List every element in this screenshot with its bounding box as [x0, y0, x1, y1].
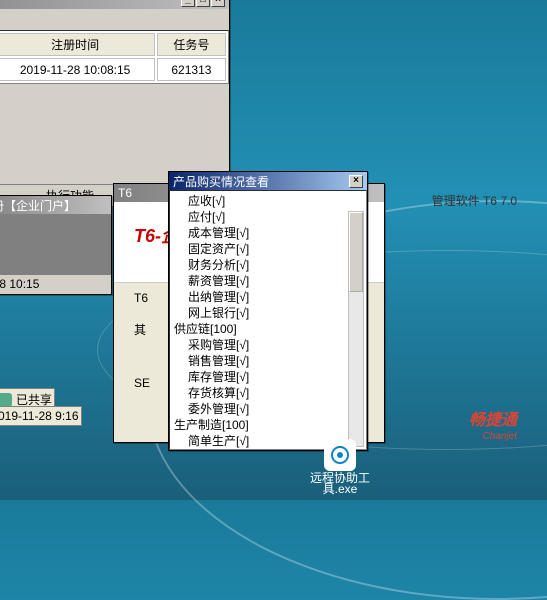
notify-time: 019-11-28 9:16 — [0, 409, 79, 423]
tree-item[interactable]: 存货核算[√] — [172, 385, 364, 401]
cell-regtime: 2019-11-28 10:08:15 — [0, 58, 155, 81]
close-icon[interactable]: × — [349, 175, 363, 188]
tree-item[interactable]: 成本管理[√] — [172, 225, 364, 241]
tree-item[interactable]: 供应链[100] — [172, 321, 364, 337]
status-table: 运行状态 注册时间 任务号 异常 2019-11-28 10:08:15 621… — [0, 30, 229, 84]
col-regtime[interactable]: 注册时间 — [0, 33, 155, 56]
product-label-right: 管理软件 T6 7.0 — [432, 192, 517, 209]
tree-item[interactable]: 出纳管理[√] — [172, 289, 364, 305]
tree-item[interactable]: 应收[√] — [172, 193, 364, 209]
tree-item[interactable]: 销售管理[√] — [172, 353, 364, 369]
tree-scrollbar[interactable] — [348, 211, 364, 447]
tree-item[interactable]: 采购管理[√] — [172, 337, 364, 353]
maximize-icon[interactable]: □ — [196, 0, 210, 7]
scrollbar-thumb[interactable] — [349, 212, 363, 292]
t6-title: T6 — [118, 186, 132, 200]
product-title: 产品购买情况查看 — [173, 173, 269, 190]
tree-item[interactable]: 薪资管理[√] — [172, 273, 364, 289]
share-icon — [0, 393, 12, 407]
register-titlebar[interactable]: 注册【企业门户】 — [0, 196, 111, 214]
back-window-titlebar[interactable]: _ □ × — [0, 0, 229, 9]
teamviewer-icon — [324, 439, 356, 471]
tree-item[interactable]: 网上银行[√] — [172, 305, 364, 321]
back-window-menubar[interactable]: 绍(Y) 帮助(H) — [0, 9, 229, 30]
register-status-time: 1-28 10:15 — [0, 274, 111, 293]
minimize-icon[interactable]: _ — [181, 0, 195, 7]
register-title: 注册【企业门户】 — [0, 197, 76, 214]
cell-taskno: 621313 — [157, 58, 226, 81]
tree-item[interactable]: 应付[√] — [172, 209, 364, 225]
task-label: 远程协助工具.exe — [310, 473, 370, 495]
tree-item[interactable]: 生产制造[100] — [172, 417, 364, 433]
brand-name: 畅捷通 — [469, 406, 517, 430]
tree-item[interactable]: 财务分析[√] — [172, 257, 364, 273]
product-titlebar[interactable]: 产品购买情况查看 × — [169, 172, 367, 190]
task-remote-assist[interactable]: 远程协助工具.exe — [310, 439, 370, 495]
product-tree[interactable]: 应收[√]应付[√]成本管理[√]固定资产[√]财务分析[√]薪资管理[√]出纳… — [169, 190, 367, 450]
tree-item[interactable]: 固定资产[√] — [172, 241, 364, 257]
tree-item[interactable]: 库存管理[√] — [172, 369, 364, 385]
tree-item[interactable]: 委外管理[√] — [172, 401, 364, 417]
close-icon[interactable]: × — [211, 0, 225, 7]
table-row[interactable]: 异常 2019-11-28 10:08:15 621313 — [0, 58, 226, 81]
brand-sub: Chanjet — [483, 431, 517, 442]
col-taskno[interactable]: 任务号 — [157, 33, 226, 56]
